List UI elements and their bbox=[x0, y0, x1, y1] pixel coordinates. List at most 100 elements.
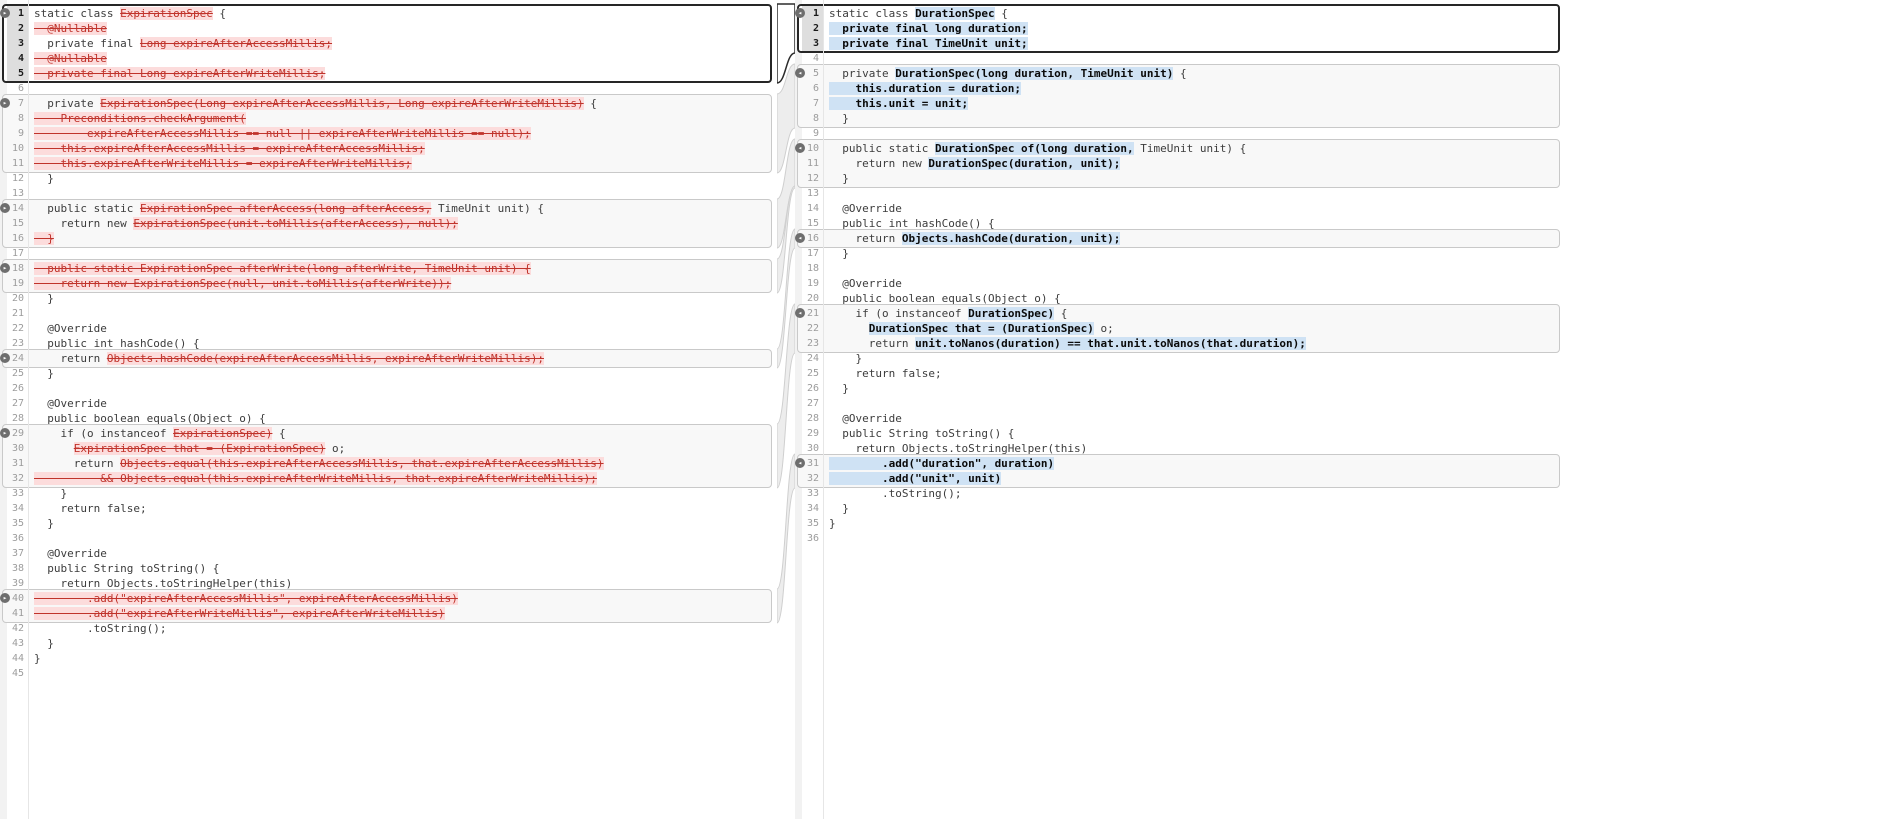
code-line[interactable]: public String toString() { bbox=[29, 561, 777, 576]
code-line[interactable]: private final TimeUnit unit; bbox=[824, 36, 1565, 51]
code-line[interactable] bbox=[29, 186, 777, 201]
code-line[interactable]: return unit.toNanos(duration) == that.un… bbox=[824, 336, 1565, 351]
code-line[interactable]: return Objects.toStringHelper(this) bbox=[29, 576, 777, 591]
code-line[interactable]: @Override bbox=[29, 321, 777, 336]
code-line[interactable]: return Objects.hashCode(duration, unit); bbox=[824, 231, 1565, 246]
hunk-toggle-icon[interactable]: ▸ bbox=[0, 353, 10, 363]
code-line[interactable]: return false; bbox=[29, 501, 777, 516]
hunk-toggle-icon[interactable]: ◂ bbox=[795, 458, 805, 468]
code-line[interactable]: private DurationSpec(long duration, Time… bbox=[824, 66, 1565, 81]
code-line[interactable]: } bbox=[824, 111, 1565, 126]
hunk-toggle-icon[interactable]: ◂ bbox=[795, 308, 805, 318]
code-line[interactable]: @Nullable bbox=[29, 21, 777, 36]
hunk-toggle-icon[interactable]: ▸ bbox=[0, 203, 10, 213]
code-line[interactable]: return false; bbox=[824, 366, 1565, 381]
code-line[interactable]: .add("unit", unit) bbox=[824, 471, 1565, 486]
code-line[interactable]: } bbox=[29, 171, 777, 186]
code-line[interactable] bbox=[824, 51, 1565, 66]
code-line[interactable]: } bbox=[29, 486, 777, 501]
code-line[interactable]: .add("duration", duration) bbox=[824, 456, 1565, 471]
code-line[interactable]: } bbox=[29, 516, 777, 531]
code-line[interactable]: private final Long expireAfterWriteMilli… bbox=[29, 66, 777, 81]
code-line[interactable]: } bbox=[824, 381, 1565, 396]
code-line[interactable] bbox=[824, 261, 1565, 276]
code-line[interactable] bbox=[29, 666, 777, 681]
code-line[interactable]: DurationSpec that = (DurationSpec) o; bbox=[824, 321, 1565, 336]
code-line[interactable]: } bbox=[29, 366, 777, 381]
code-line[interactable]: } bbox=[824, 351, 1565, 366]
code-line[interactable]: return Objects.hashCode(expireAfterAcces… bbox=[29, 351, 777, 366]
code-line[interactable]: } bbox=[29, 651, 777, 666]
code-line[interactable]: public int hashCode() { bbox=[824, 216, 1565, 231]
code-line[interactable]: private final long duration; bbox=[824, 21, 1565, 36]
code-line[interactable]: public boolean equals(Object o) { bbox=[824, 291, 1565, 306]
code-line[interactable]: } bbox=[29, 231, 777, 246]
code-line[interactable]: this.unit = unit; bbox=[824, 96, 1565, 111]
code-line[interactable]: } bbox=[824, 246, 1565, 261]
code-line[interactable]: expireAfterAccessMillis == null || expir… bbox=[29, 126, 777, 141]
code-line[interactable]: @Nullable bbox=[29, 51, 777, 66]
code-line[interactable] bbox=[29, 381, 777, 396]
code-line[interactable] bbox=[29, 246, 777, 261]
code-line[interactable] bbox=[29, 306, 777, 321]
hunk-toggle-icon[interactable]: ◂ bbox=[795, 68, 805, 78]
code-line[interactable]: this.expireAfterWriteMillis = expireAfte… bbox=[29, 156, 777, 171]
code-line[interactable]: ExpirationSpec that = (ExpirationSpec) o… bbox=[29, 441, 777, 456]
code-line[interactable]: if (o instanceof ExpirationSpec) { bbox=[29, 426, 777, 441]
hunk-toggle-icon[interactable]: ◂ bbox=[795, 143, 805, 153]
code-line[interactable] bbox=[29, 81, 777, 96]
code-line[interactable]: return new ExpirationSpec(unit.toMillis(… bbox=[29, 216, 777, 231]
new-file-pane[interactable]: 1234567891011121314151617181920212223242… bbox=[795, 0, 1565, 819]
hunk-toggle-icon[interactable]: ◂ bbox=[795, 8, 805, 18]
code-line[interactable]: .toString(); bbox=[824, 486, 1565, 501]
code-line[interactable]: return new ExpirationSpec(null, unit.toM… bbox=[29, 276, 777, 291]
code-line[interactable]: public static ExpirationSpec afterAccess… bbox=[29, 201, 777, 216]
code-line[interactable] bbox=[824, 396, 1565, 411]
code-line[interactable]: @Override bbox=[824, 411, 1565, 426]
code-line[interactable]: public boolean equals(Object o) { bbox=[29, 411, 777, 426]
code-line[interactable]: } bbox=[824, 516, 1565, 531]
code-line[interactable]: .add("expireAfterAccessMillis", expireAf… bbox=[29, 591, 777, 606]
code-line[interactable]: return new DurationSpec(duration, unit); bbox=[824, 156, 1565, 171]
code-line[interactable]: @Override bbox=[824, 276, 1565, 291]
old-file-pane[interactable]: 1234567891011121314151617181920212223242… bbox=[0, 0, 777, 819]
code-line[interactable]: } bbox=[824, 171, 1565, 186]
code-line[interactable]: public static ExpirationSpec afterWrite(… bbox=[29, 261, 777, 276]
hunk-toggle-icon[interactable]: ▸ bbox=[0, 263, 10, 273]
code-line[interactable]: Preconditions.checkArgument( bbox=[29, 111, 777, 126]
code-line[interactable]: @Override bbox=[29, 396, 777, 411]
code-line[interactable]: this.expireAfterAccessMillis = expireAft… bbox=[29, 141, 777, 156]
code-line[interactable]: .toString(); bbox=[29, 621, 777, 636]
code-line[interactable]: public int hashCode() { bbox=[29, 336, 777, 351]
code-line[interactable]: @Override bbox=[29, 546, 777, 561]
code-line[interactable]: public String toString() { bbox=[824, 426, 1565, 441]
hunk-toggle-icon[interactable]: ▸ bbox=[0, 98, 10, 108]
code-line[interactable]: private final Long expireAfterAccessMill… bbox=[29, 36, 777, 51]
new-code-column[interactable]: static class DurationSpec { private fina… bbox=[824, 6, 1565, 546]
code-segment: @Override bbox=[34, 547, 107, 560]
code-line[interactable] bbox=[29, 531, 777, 546]
code-line[interactable]: this.duration = duration; bbox=[824, 81, 1565, 96]
code-line[interactable] bbox=[824, 186, 1565, 201]
code-segment: } bbox=[829, 382, 849, 395]
code-line[interactable]: } bbox=[29, 291, 777, 306]
code-line[interactable]: .add("expireAfterWriteMillis", expireAft… bbox=[29, 606, 777, 621]
code-line[interactable]: return Objects.equal(this.expireAfterAcc… bbox=[29, 456, 777, 471]
code-line[interactable]: if (o instanceof DurationSpec) { bbox=[824, 306, 1565, 321]
code-line[interactable]: return Objects.toStringHelper(this) bbox=[824, 441, 1565, 456]
code-line[interactable] bbox=[824, 531, 1565, 546]
code-line[interactable]: } bbox=[824, 501, 1565, 516]
old-code-column[interactable]: static class ExpirationSpec { @Nullable … bbox=[29, 6, 777, 681]
code-line[interactable]: && Objects.equal(this.expireAfterWriteMi… bbox=[29, 471, 777, 486]
hunk-toggle-icon[interactable]: ▸ bbox=[0, 428, 10, 438]
hunk-toggle-icon[interactable]: ◂ bbox=[795, 233, 805, 243]
code-line[interactable]: static class ExpirationSpec { bbox=[29, 6, 777, 21]
code-line[interactable]: @Override bbox=[824, 201, 1565, 216]
hunk-toggle-icon[interactable]: ▸ bbox=[0, 593, 10, 603]
code-line[interactable]: static class DurationSpec { bbox=[824, 6, 1565, 21]
code-line[interactable]: } bbox=[29, 636, 777, 651]
code-line[interactable]: private ExpirationSpec(Long expireAfterA… bbox=[29, 96, 777, 111]
hunk-toggle-icon[interactable]: ▸ bbox=[0, 8, 10, 18]
code-line[interactable]: public static DurationSpec of(long durat… bbox=[824, 141, 1565, 156]
code-line[interactable] bbox=[824, 126, 1565, 141]
